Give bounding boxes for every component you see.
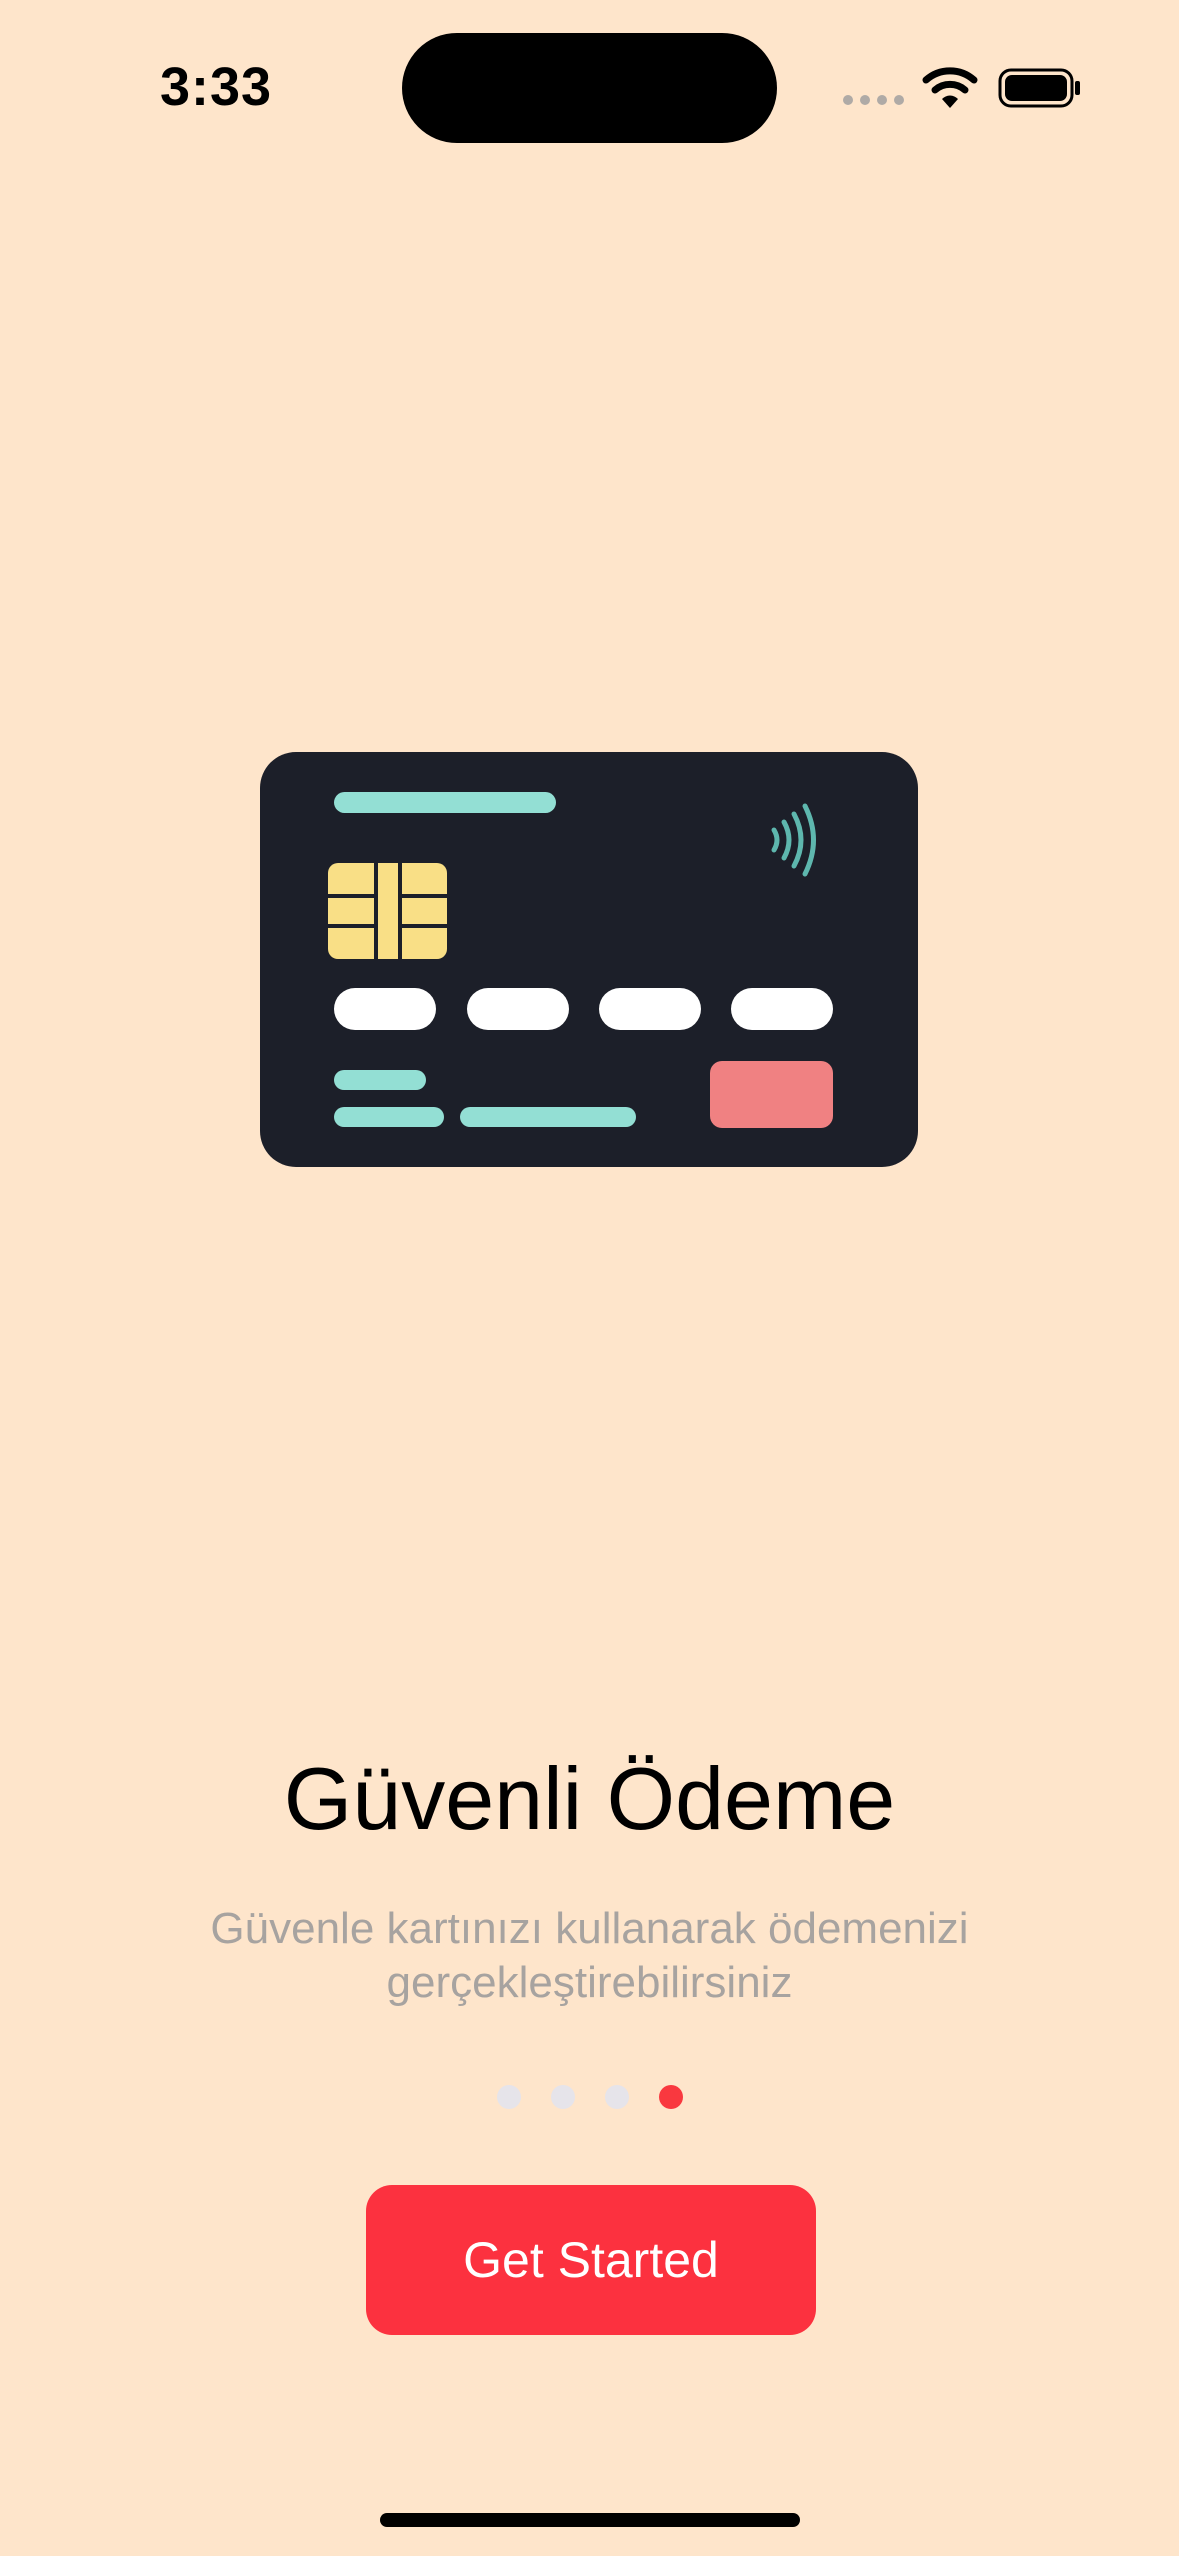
battery-icon [998, 68, 1080, 108]
page-indicator[interactable] [0, 2085, 1179, 2109]
wifi-icon [922, 67, 978, 108]
status-time: 3:33 [160, 57, 273, 117]
page-subtitle: Güvenle kartınızı kullanarak ödemenizi g… [180, 1902, 999, 2010]
home-indicator[interactable] [380, 2513, 800, 2527]
subtitle-line-1: Güvenle kartınızı kullanarak ödemenizi [210, 1904, 969, 1953]
dynamic-island [402, 33, 777, 143]
page-dot-3[interactable] [604, 2085, 629, 2109]
get-started-button[interactable]: Get Started [366, 2185, 816, 2335]
page-dot-1[interactable] [496, 2085, 521, 2109]
page-title: Güvenli Ödeme [283, 1749, 896, 1848]
page-dot-2[interactable] [550, 2085, 575, 2109]
page-dot-4-active[interactable] [658, 2085, 683, 2109]
subtitle-line-2: gerçekleştirebilirsiniz [386, 1958, 793, 2007]
credit-card-icon [260, 752, 918, 1167]
signal-icon [843, 95, 904, 105]
